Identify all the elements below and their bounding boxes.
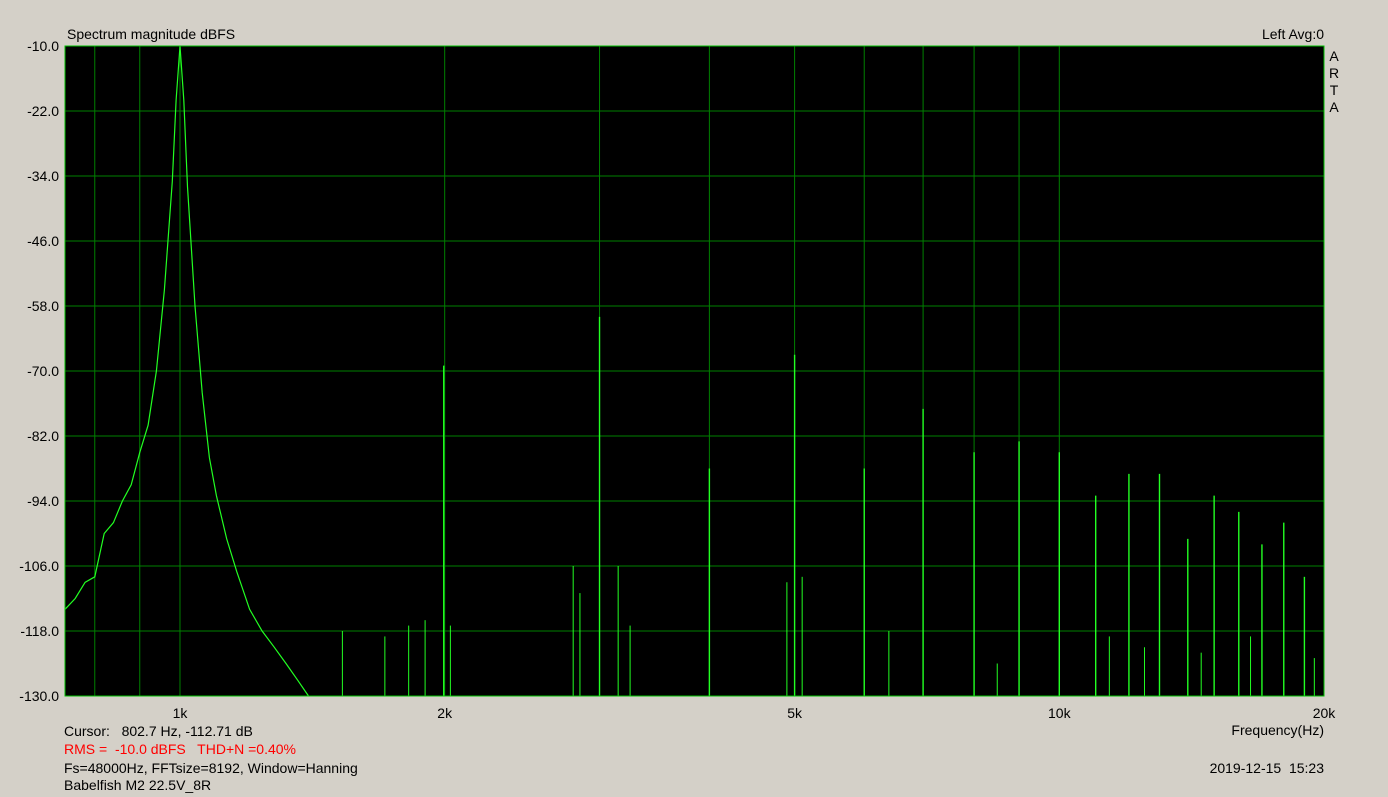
channel-label: Left Avg:0	[1262, 26, 1324, 42]
brand-letter: A	[1329, 48, 1339, 64]
brand-letter: R	[1329, 65, 1339, 81]
y-tick-label: -34.0	[27, 168, 59, 184]
x-axis-label: Frequency(Hz)	[1231, 722, 1324, 738]
brand-letter: A	[1329, 99, 1339, 115]
x-tick-label: 2k	[437, 705, 453, 721]
y-tick-label: -82.0	[27, 428, 59, 444]
measurement-datetime: 2019-12-15 15:23	[1209, 760, 1324, 776]
spectrum-chart: -10.0 -22.0 -34.0 -46.0 -58.0 -70.0 -82.0 -94.0…	[19, 26, 1339, 738]
y-tick-label: -58.0	[27, 298, 59, 314]
y-tick-label: -130.0	[19, 688, 59, 704]
y-tick-label: -106.0	[19, 558, 59, 574]
arta-spectrum-window: -10.0 -22.0 -34.0 -46.0 -58.0 -70.0 -82.0 -94.0…	[0, 0, 1388, 797]
y-tick-label: -94.0	[27, 493, 59, 509]
y-tick-label: -10.0	[27, 38, 59, 54]
y-tick-label: -70.0	[27, 363, 59, 379]
rms-thdn-readout: RMS = -10.0 dBFS THD+N =0.40%	[64, 741, 297, 757]
x-tick-label: 5k	[787, 705, 803, 721]
device-label: Babelfish M2 22.5V_8R	[64, 777, 212, 793]
chart-title: Spectrum magnitude dBFS	[67, 26, 235, 42]
cursor-readout: Cursor: 802.7 Hz, -112.71 dB	[64, 723, 253, 739]
x-tick-label: 1k	[173, 705, 189, 721]
x-tick-label: 20k	[1313, 705, 1337, 721]
y-tick-label: -46.0	[27, 233, 59, 249]
y-tick-label: -22.0	[27, 103, 59, 119]
brand-letter: T	[1330, 82, 1339, 98]
analysis-params: Fs=48000Hz, FFTsize=8192, Window=Hanning	[64, 760, 358, 776]
x-tick-label: 10k	[1048, 705, 1072, 721]
y-tick-label: -118.0	[20, 623, 59, 639]
